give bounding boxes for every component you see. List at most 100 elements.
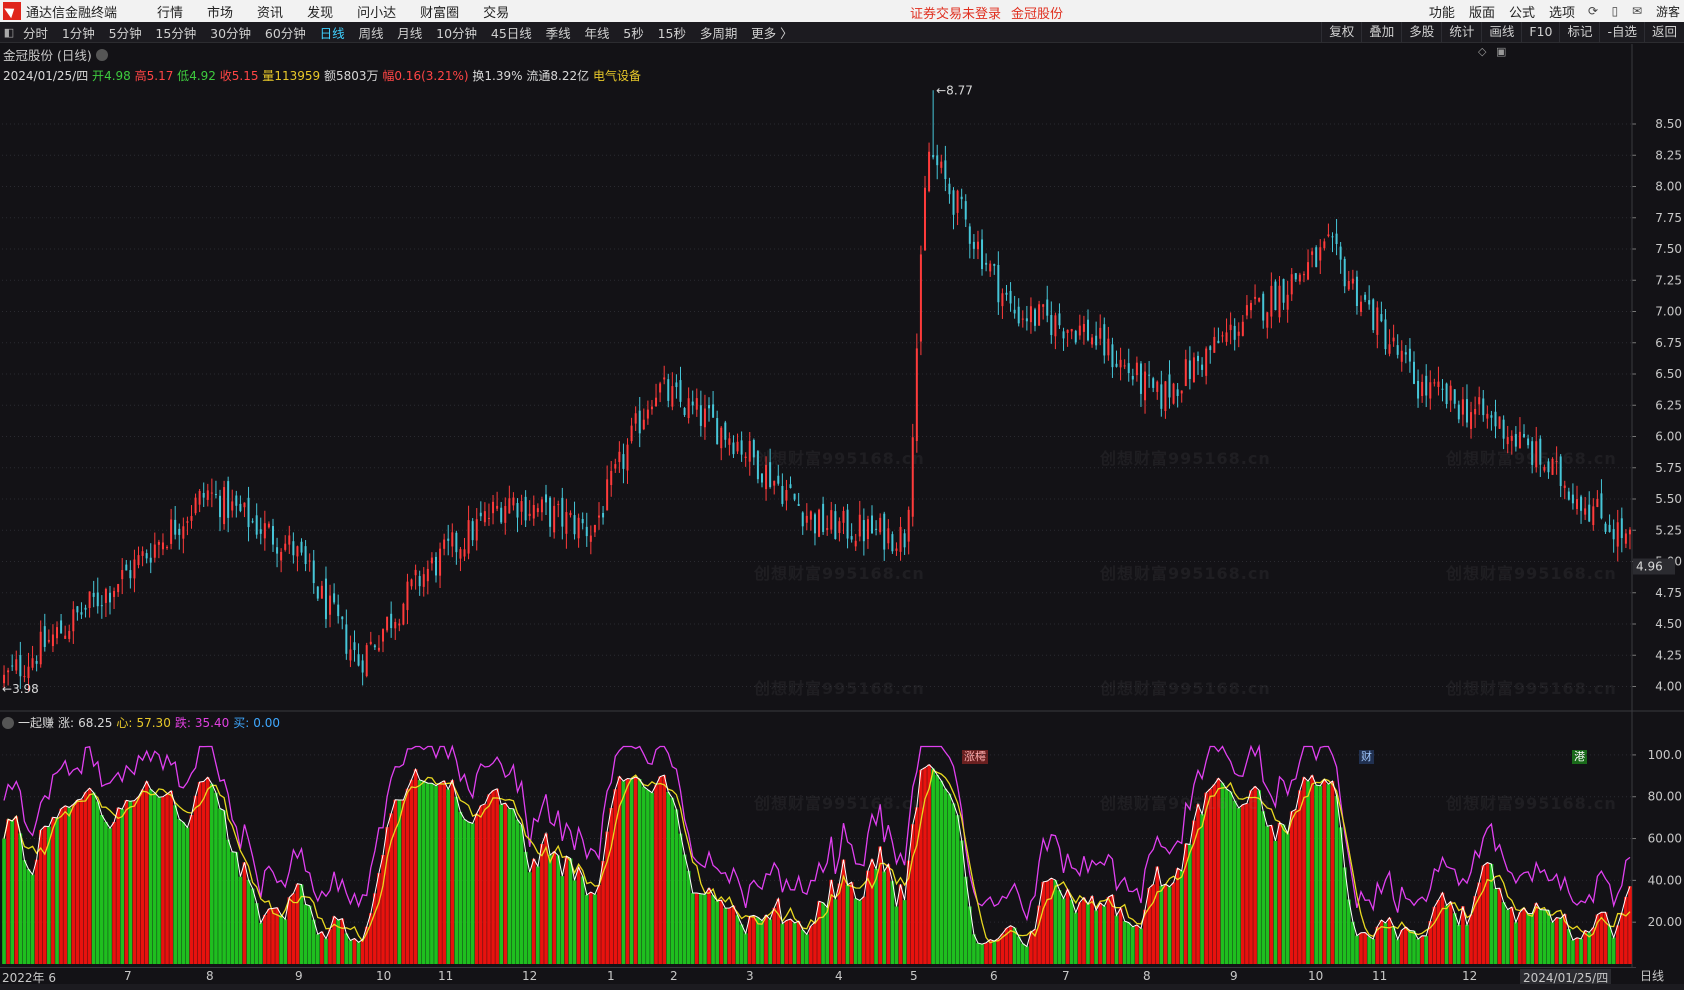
maximize-icon[interactable]: ▣ [1496, 45, 1506, 58]
date-label: 6 [990, 969, 998, 983]
period-tab[interactable]: 60分钟 [260, 26, 311, 41]
indicator-bar-down [177, 819, 182, 964]
date-label: 9 [295, 969, 303, 983]
candle-down [390, 613, 393, 629]
indicator-bar-up [625, 778, 630, 964]
mail-icon[interactable]: ✉ [1626, 4, 1648, 18]
menu-item-news[interactable]: 资讯 [245, 2, 295, 21]
indicator-chart[interactable]: 100.0 80.00 60.00 40.00 20.00 [0, 712, 1684, 967]
candle-up [463, 549, 466, 557]
menu-item-ask[interactable]: 问小达 [345, 2, 408, 21]
indicator-bar-down [100, 815, 104, 964]
candle-up [451, 532, 454, 547]
tool-stats[interactable]: 统计 [1441, 22, 1481, 42]
tool-draw[interactable]: 画线 [1481, 22, 1521, 42]
candle-down [357, 654, 360, 666]
indicator-bar-up [849, 882, 854, 964]
candle-up [593, 524, 596, 533]
menu-item-market[interactable]: 行情 [145, 2, 195, 21]
candle-down [777, 475, 780, 484]
period-tab[interactable]: 15秒 [653, 26, 691, 41]
tool-multi[interactable]: 多股 [1401, 22, 1441, 42]
period-tab-active[interactable]: 日线 [315, 26, 350, 41]
guest-user[interactable]: 游客 [1648, 3, 1684, 20]
period-tab[interactable]: 多周期 [695, 26, 743, 41]
period-tab[interactable]: 周线 [353, 26, 388, 41]
tool-f10[interactable]: F10 [1521, 22, 1559, 42]
period-tab[interactable]: 45日线 [486, 26, 537, 41]
period-tab[interactable]: 月线 [392, 26, 427, 41]
indicator-down: 35.40 [194, 715, 230, 730]
indicator-down-label: 跌: [174, 716, 191, 730]
price-chart[interactable]: 8.50 8.25 8.00 7.75 7.50 7.25 7.00 6.75 6.50 6.25… [0, 44, 1684, 712]
candle-down [1103, 324, 1106, 356]
candle-up [626, 444, 629, 471]
diamond-icon[interactable]: ◇ [1478, 45, 1486, 58]
candle-up [1135, 362, 1138, 376]
quote-sector[interactable]: 电气设备 [593, 69, 641, 83]
period-tab[interactable]: 5分钟 [104, 26, 147, 41]
candle-up [382, 629, 385, 642]
period-tab[interactable]: 30分钟 [205, 26, 256, 41]
candle-up [695, 398, 698, 410]
chevron-down-icon[interactable] [2, 716, 14, 729]
candle-up [659, 383, 662, 393]
period-tab[interactable]: 10分钟 [431, 26, 482, 41]
indicator-bar-down [470, 823, 475, 964]
period-more[interactable]: 更多 〉 [746, 26, 797, 41]
menu-item-trade[interactable]: 交易 [471, 2, 521, 21]
candle-up [809, 511, 812, 520]
candle-up [1319, 247, 1322, 261]
candle-down [1095, 335, 1098, 346]
period-tab[interactable]: 季线 [541, 26, 576, 41]
indicator-bar-down [1607, 925, 1612, 964]
indicator-bar-down [344, 933, 349, 964]
indicator-name[interactable]: 一起赚 [18, 714, 54, 731]
tool-back[interactable]: 返回 [1643, 22, 1684, 42]
period-tab[interactable]: 5秒 [618, 26, 648, 41]
indicator-bar-up [731, 905, 736, 964]
candle-down [1600, 493, 1603, 519]
candle-down [573, 515, 576, 535]
sidebar-toggle-icon[interactable]: ◧ [0, 26, 18, 39]
tool-mark[interactable]: 标记 [1559, 22, 1599, 42]
chevron-down-icon[interactable] [95, 48, 108, 61]
indicator-bar-up [784, 920, 789, 964]
menu-options[interactable]: 选项 [1542, 2, 1582, 21]
candle-up [349, 649, 352, 661]
menu-layout[interactable]: 版面 [1462, 2, 1502, 21]
indicator-bar-down [1351, 921, 1355, 964]
date-label: 7 [1062, 969, 1070, 983]
indicator-bar-down [507, 808, 512, 964]
candle-up [1478, 397, 1481, 405]
tool-overlay[interactable]: 叠加 [1361, 22, 1401, 42]
indicator-bar-down [2, 838, 6, 964]
candle-up [557, 503, 560, 505]
indicator-bar-down [943, 788, 948, 964]
indicator-bar-down [882, 871, 887, 964]
tool-watchlist[interactable]: -自选 [1599, 22, 1644, 42]
login-status[interactable]: 证券交易未登录 [910, 7, 1001, 22]
indicator-bar-up [161, 796, 165, 964]
candle-down [471, 521, 474, 541]
indicator-bar-up [1078, 902, 1082, 964]
indicator-bar-down [1395, 939, 1400, 964]
menu-item-discover[interactable]: 发现 [295, 2, 345, 21]
indicator-bar-up [1241, 804, 1245, 964]
tool-adjust[interactable]: 复权 [1321, 22, 1361, 42]
period-tab[interactable]: 15分钟 [150, 26, 201, 41]
menu-function[interactable]: 功能 [1422, 2, 1462, 21]
period-tab[interactable]: 分时 [18, 26, 53, 41]
date-label: 4 [835, 969, 843, 983]
menu-item-markets[interactable]: 市场 [195, 2, 245, 21]
refresh-icon[interactable]: ⟳ [1582, 4, 1604, 18]
login-notice[interactable]: 证券交易未登录 金冠股份 [910, 3, 1063, 22]
period-tab[interactable]: 1分钟 [57, 26, 100, 41]
candle-down [862, 520, 865, 542]
candle-down [732, 442, 735, 455]
candle-down [549, 497, 552, 527]
period-tab[interactable]: 年线 [579, 26, 614, 41]
phone-icon[interactable]: ▯ [1604, 4, 1626, 18]
menu-item-community[interactable]: 财富圈 [408, 2, 471, 21]
menu-formula[interactable]: 公式 [1502, 2, 1542, 21]
